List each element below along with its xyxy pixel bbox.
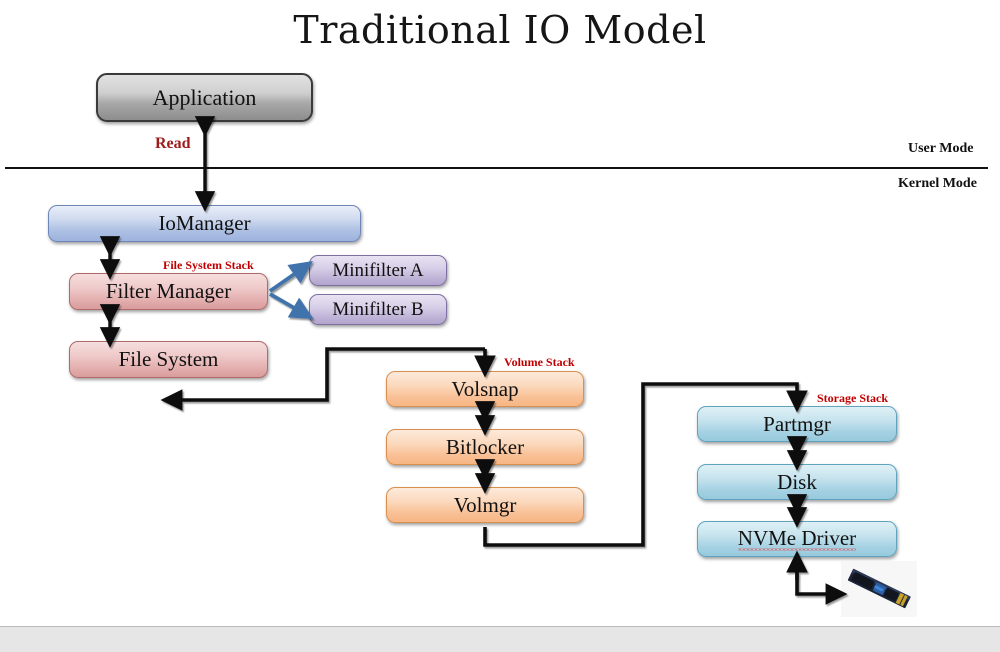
user-mode-label: User Mode bbox=[908, 141, 974, 156]
node-bitlocker[interactable]: Bitlocker bbox=[386, 429, 584, 465]
slide-canvas: Traditional IO Model User Mode Kernel Mo… bbox=[0, 0, 1000, 626]
volume-stack-label: Volume Stack bbox=[504, 355, 575, 369]
arrow-filtermanager-minifilter-a bbox=[268, 261, 313, 293]
node-application[interactable]: Application bbox=[96, 73, 313, 122]
page-title: Traditional IO Model bbox=[293, 8, 707, 52]
node-filter-manager[interactable]: Filter Manager bbox=[69, 273, 268, 310]
nvme-ssd-image bbox=[841, 561, 917, 617]
node-nvme-driver[interactable]: NVMe Driver bbox=[697, 521, 897, 557]
node-iomanager[interactable]: IoManager bbox=[48, 205, 361, 242]
node-volsnap[interactable]: Volsnap bbox=[386, 371, 584, 407]
node-minifilter-a[interactable]: Minifilter A bbox=[309, 255, 447, 286]
node-minifilter-b[interactable]: Minifilter B bbox=[309, 294, 447, 325]
connector-nvmedriver-ssd bbox=[795, 561, 848, 605]
user-kernel-divider bbox=[5, 167, 988, 169]
node-disk[interactable]: Disk bbox=[697, 464, 897, 500]
file-system-stack-label: File System Stack bbox=[163, 258, 254, 272]
node-volmgr[interactable]: Volmgr bbox=[386, 487, 584, 523]
kernel-mode-label: Kernel Mode bbox=[898, 176, 977, 191]
storage-stack-label: Storage Stack bbox=[817, 391, 888, 405]
node-nvme-driver-label: NVMe Driver bbox=[737, 525, 857, 550]
nvme-ssd-illustration bbox=[847, 568, 911, 609]
slide-viewer-bottom-bar bbox=[0, 626, 1000, 652]
node-partmgr[interactable]: Partmgr bbox=[697, 406, 897, 442]
read-flow-label: Read bbox=[155, 135, 191, 152]
node-file-system[interactable]: File System bbox=[69, 341, 268, 378]
arrow-filtermanager-minifilter-b bbox=[269, 292, 314, 320]
